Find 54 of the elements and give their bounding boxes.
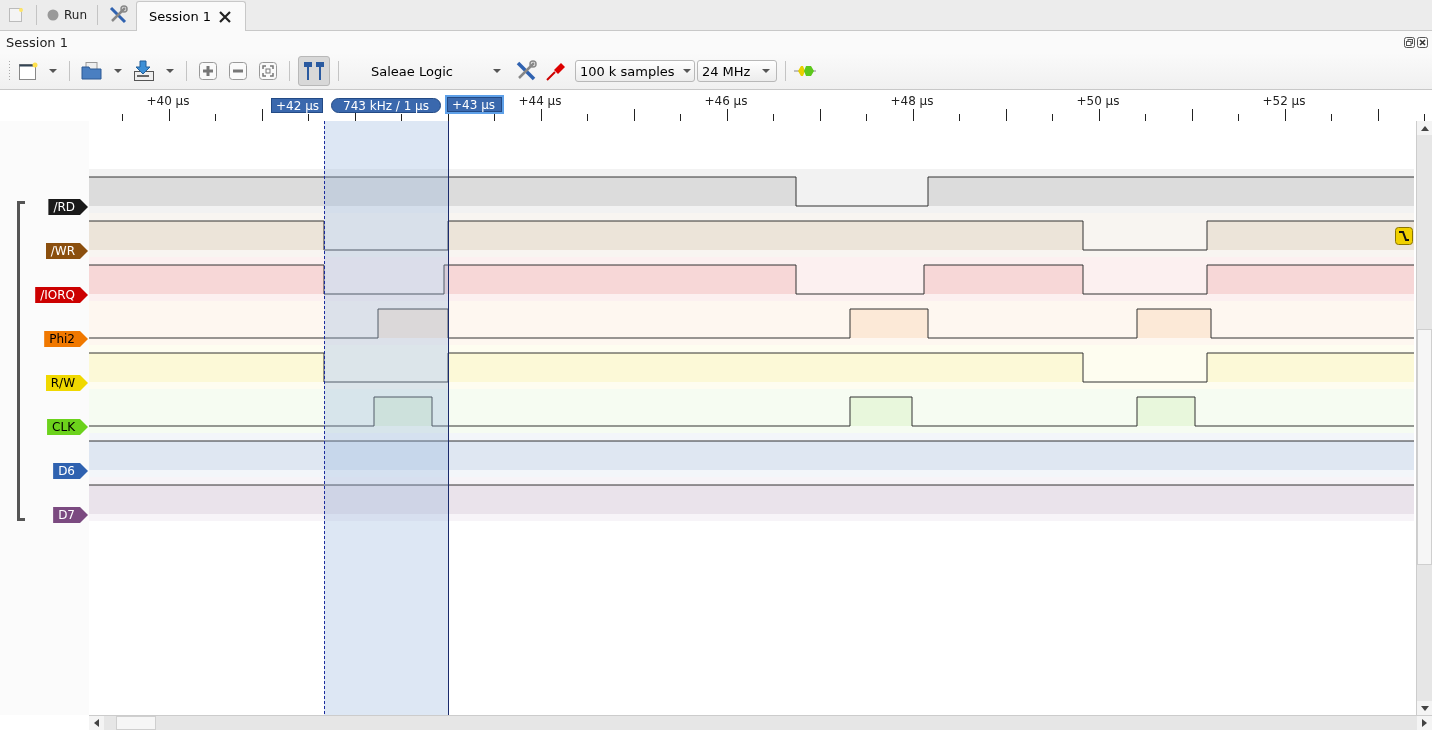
- session-tab[interactable]: Session 1: [136, 1, 247, 31]
- time-label: +44 µs: [518, 94, 562, 108]
- probe-icon[interactable]: [544, 60, 567, 82]
- sample-rate-dropdown[interactable]: 24 MHz: [696, 60, 777, 82]
- tools-icon[interactable]: [108, 5, 128, 25]
- close-icon[interactable]: [219, 10, 232, 23]
- channel-label[interactable]: /WR: [45, 243, 88, 259]
- caret-icon[interactable]: [114, 69, 122, 73]
- scrollbar-thumb[interactable]: [1417, 329, 1432, 565]
- save-icon[interactable]: [133, 60, 155, 82]
- time-label: +52 µs: [1262, 94, 1306, 108]
- new-window-icon[interactable]: [18, 61, 38, 81]
- channel-label[interactable]: Phi2: [44, 331, 88, 347]
- scroll-right-icon[interactable]: [1422, 719, 1427, 727]
- caret-icon[interactable]: [49, 69, 57, 73]
- time-label: +40 µs: [146, 94, 190, 108]
- zoom-out-icon[interactable]: [229, 62, 247, 80]
- time-marker[interactable]: +43 µs: [447, 97, 502, 112]
- record-icon: [47, 9, 59, 21]
- channel-label[interactable]: /IORQ: [35, 287, 88, 303]
- caret-icon[interactable]: [166, 69, 174, 73]
- vertical-scrollbar[interactable]: [1416, 121, 1432, 715]
- time-label: +48 µs: [890, 94, 934, 108]
- time-marker[interactable]: +42 µs: [271, 98, 323, 113]
- falling-edge-trigger-icon[interactable]: [1395, 227, 1413, 245]
- folder-icon[interactable]: [81, 61, 103, 81]
- scroll-down-icon[interactable]: [1420, 705, 1429, 711]
- restore-icon[interactable]: [1404, 36, 1415, 48]
- panel-title: Session 1: [6, 34, 68, 50]
- samples-dropdown[interactable]: 100 k samples: [574, 60, 695, 82]
- channel-label[interactable]: /RD: [48, 199, 88, 215]
- scrollbar-thumb[interactable]: [116, 716, 156, 730]
- close-icon[interactable]: [1417, 36, 1428, 48]
- zoom-in-icon[interactable]: [199, 62, 217, 80]
- caret-icon: [492, 69, 501, 73]
- time-label: +50 µs: [1076, 94, 1120, 108]
- run-button[interactable]: Run: [41, 0, 93, 30]
- zoom-fit-icon[interactable]: [259, 62, 277, 80]
- measurement-label: 743 kHz / 1 µs: [331, 98, 441, 113]
- channel-label[interactable]: R/W: [45, 375, 88, 391]
- caret-icon: [761, 69, 770, 73]
- device-dropdown[interactable]: Saleae Logic: [347, 63, 505, 79]
- channel-label[interactable]: D7: [53, 507, 88, 523]
- caret-icon: [682, 69, 691, 73]
- marker-toggle-button[interactable]: [298, 56, 330, 86]
- tools-icon[interactable]: [514, 60, 537, 82]
- cursor-line[interactable]: [324, 121, 325, 715]
- time-label: +46 µs: [704, 94, 748, 108]
- horizontal-scrollbar[interactable]: [89, 715, 1432, 730]
- scroll-up-icon[interactable]: [1420, 125, 1429, 131]
- channel-label[interactable]: CLK: [47, 419, 88, 435]
- channel-label[interactable]: D6: [53, 463, 88, 479]
- scroll-left-icon[interactable]: [94, 719, 99, 727]
- markers-icon: [303, 61, 325, 81]
